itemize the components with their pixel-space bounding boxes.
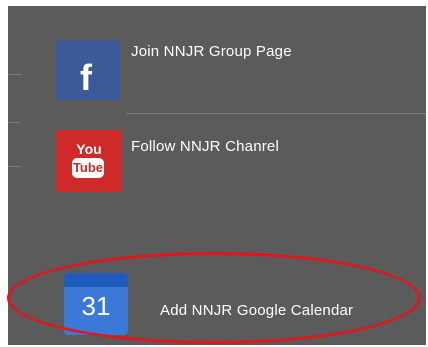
facebook-group-link[interactable]: f Join NNJR Group Page bbox=[8, 6, 426, 110]
calendar-header bbox=[64, 273, 128, 287]
calendar-day-number: 31 bbox=[81, 291, 111, 321]
facebook-icon: f bbox=[56, 40, 120, 100]
facebook-glyph: f bbox=[80, 57, 92, 98]
youtube-channel-link[interactable]: You Tube Follow NNJR Chanrel bbox=[8, 118, 426, 202]
facebook-link-label: Join NNJR Group Page bbox=[131, 43, 292, 60]
youtube-icon: You Tube bbox=[56, 130, 122, 192]
youtube-link-label: Follow NNJR Chanrel bbox=[131, 138, 280, 155]
google-calendar-icon: 31 bbox=[64, 273, 128, 335]
youtube-tube-text: Tube bbox=[72, 158, 104, 178]
divider bbox=[126, 113, 426, 114]
google-calendar-link-label: Add NNJR Google Calendar bbox=[160, 302, 354, 319]
google-calendar-link[interactable]: 31 Add NNJR Google Calendar bbox=[8, 261, 426, 345]
youtube-you-text: You bbox=[76, 141, 102, 157]
links-panel: f Join NNJR Group Page You Tube Follow N… bbox=[8, 6, 426, 345]
